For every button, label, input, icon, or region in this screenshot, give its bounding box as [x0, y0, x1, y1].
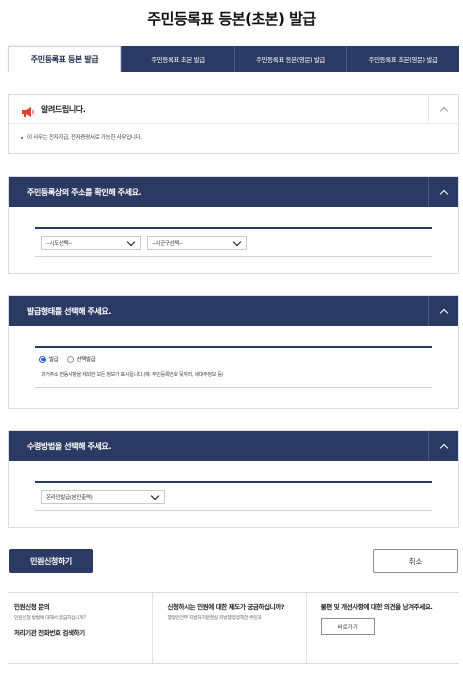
- format-radio-group: 발급 선택발급: [35, 348, 432, 363]
- footer-info: 민원신청 문의 민원신청 방법에 대해서 궁금하십니까? 처리기관 전화번호 검…: [8, 592, 459, 664]
- receipt-method-value: 온라인발급(본인출력): [46, 494, 93, 501]
- page-title: 주민등록표 등본(초본) 발급: [147, 10, 316, 28]
- notice-title: 알려드립니다.: [41, 104, 86, 114]
- notice-header: 알려드립니다.: [9, 95, 458, 124]
- notice-item-text: 이 사무는 전자지급, 전자증명서로 가능한 사무입니다.: [27, 135, 142, 141]
- address-panel-header: 주민등록상의 주소를 확인해 주세요.: [9, 177, 458, 207]
- footer-inquiry-sub: 민원신청 방법에 대해서 궁금하십니까?: [14, 616, 86, 621]
- tab-certificate-abstract-english[interactable]: 주민등록표 초본(영문) 발급: [346, 46, 459, 72]
- sido-select[interactable]: --시도선택--: [41, 235, 141, 250]
- receipt-method-select[interactable]: 온라인발급(본인출력): [41, 489, 165, 504]
- receipt-panel: 수령방법을 선택해 주세요. 온라인발급(본인출력): [8, 430, 459, 528]
- receipt-panel-toggle[interactable]: [428, 431, 458, 461]
- footer-inquiry-title: 민원신청 문의: [14, 603, 50, 611]
- radio-issue-selective-label: 선택발급: [76, 357, 96, 363]
- sigungu-select[interactable]: --시군구선택--: [147, 235, 247, 250]
- phone-search-link[interactable]: 처리기관 전화번호 검색하기: [14, 627, 146, 637]
- footer-feedback-title: 불편 및 개선사항에 대한 의견을 남겨주세요.: [320, 603, 433, 611]
- notice-box: 알려드립니다. 이 사무는 전자지급, 전자증명서로 가능한 사무입니다.: [8, 94, 459, 154]
- bullet-icon: [21, 136, 23, 139]
- format-panel: 발급형태를 선택해 주세요. 발급 선택발급 과거주소 변동사항을 제외한 모든…: [8, 295, 459, 409]
- radio-unchecked-icon[interactable]: [66, 355, 74, 363]
- radio-checked-icon[interactable]: [39, 355, 46, 363]
- receipt-panel-header: 수령방법을 선택해 주세요.: [9, 431, 458, 461]
- apply-button[interactable]: 민원신청하기: [9, 549, 93, 573]
- chevron-up-icon: [439, 443, 448, 452]
- tab-certificate-copy-english[interactable]: 주민등록표 등본(영문) 발급: [234, 46, 346, 72]
- tab-certificate-abstract[interactable]: 주민등록표 초본 발급: [121, 46, 234, 72]
- notice-collapse-toggle[interactable]: [428, 95, 458, 124]
- chevron-up-icon: [439, 189, 448, 198]
- format-options: 발급 선택발급 과거주소 변동사항을 제외한 모든 정보가 표시됩니다.(예: …: [35, 346, 432, 388]
- address-panel-toggle[interactable]: [428, 177, 458, 207]
- format-panel-header: 발급형태를 선택해 주세요.: [9, 296, 458, 326]
- footer-system-title: 신청하시는 민원에 대한 제도가 궁금하십니까?: [167, 603, 285, 611]
- format-panel-title: 발급형태를 선택해 주세요.: [27, 306, 111, 316]
- footer-system-sub: 행정안전부 지방자치분권실 지방행정정책관 주민과: [167, 616, 262, 621]
- chevron-down-icon: [150, 491, 160, 500]
- megaphone-icon: [21, 103, 35, 117]
- sido-select-value: --시도선택--: [46, 240, 72, 247]
- radio-issue-all-label: 발급: [49, 357, 59, 363]
- format-panel-toggle[interactable]: [428, 296, 458, 326]
- chevron-down-icon: [232, 237, 242, 246]
- sigungu-select-value: --시군구선택--: [152, 240, 183, 247]
- feedback-shortcut-button[interactable]: 바로가기: [320, 618, 375, 635]
- footer-system: 신청하시는 민원에 대한 제도가 궁금하십니까? 행정안전부 지방자치분권실 지…: [152, 593, 305, 663]
- footer-feedback: 불편 및 개선사항에 대한 의견을 남겨주세요. 바로가기: [305, 593, 459, 663]
- footer-inquiry: 민원신청 문의 민원신청 방법에 대해서 궁금하십니까? 처리기관 전화번호 검…: [8, 593, 152, 663]
- receipt-panel-title: 수령방법을 선택해 주세요.: [27, 441, 111, 451]
- notice-item: 이 사무는 전자지급, 전자증명서로 가능한 사무입니다.: [9, 124, 458, 141]
- radio-issue-selective[interactable]: 선택발급: [66, 355, 96, 363]
- tab-bar: 주민등록표 등본 발급 주민등록표 초본 발급 주민등록표 등본(영문) 발급 …: [8, 46, 459, 72]
- chevron-up-icon: [439, 106, 448, 116]
- cancel-button[interactable]: 취소: [373, 549, 458, 573]
- radio-issue-all[interactable]: 발급: [39, 355, 59, 363]
- format-note: 과거주소 변동사항을 제외한 모든 정보가 표시됩니다.(예: 주민등록번호 뒷…: [41, 372, 224, 378]
- tab-certificate-copy[interactable]: 주민등록표 등본 발급: [8, 46, 121, 72]
- chevron-up-icon: [439, 308, 448, 317]
- chevron-down-icon: [126, 237, 136, 246]
- receipt-options: 온라인발급(본인출력): [35, 481, 432, 511]
- address-panel: 주민등록상의 주소를 확인해 주세요. --시도선택-- --시군구선택--: [8, 176, 459, 274]
- address-selects: --시도선택-- --시군구선택--: [35, 227, 432, 257]
- address-panel-title: 주민등록상의 주소를 확인해 주세요.: [27, 187, 142, 197]
